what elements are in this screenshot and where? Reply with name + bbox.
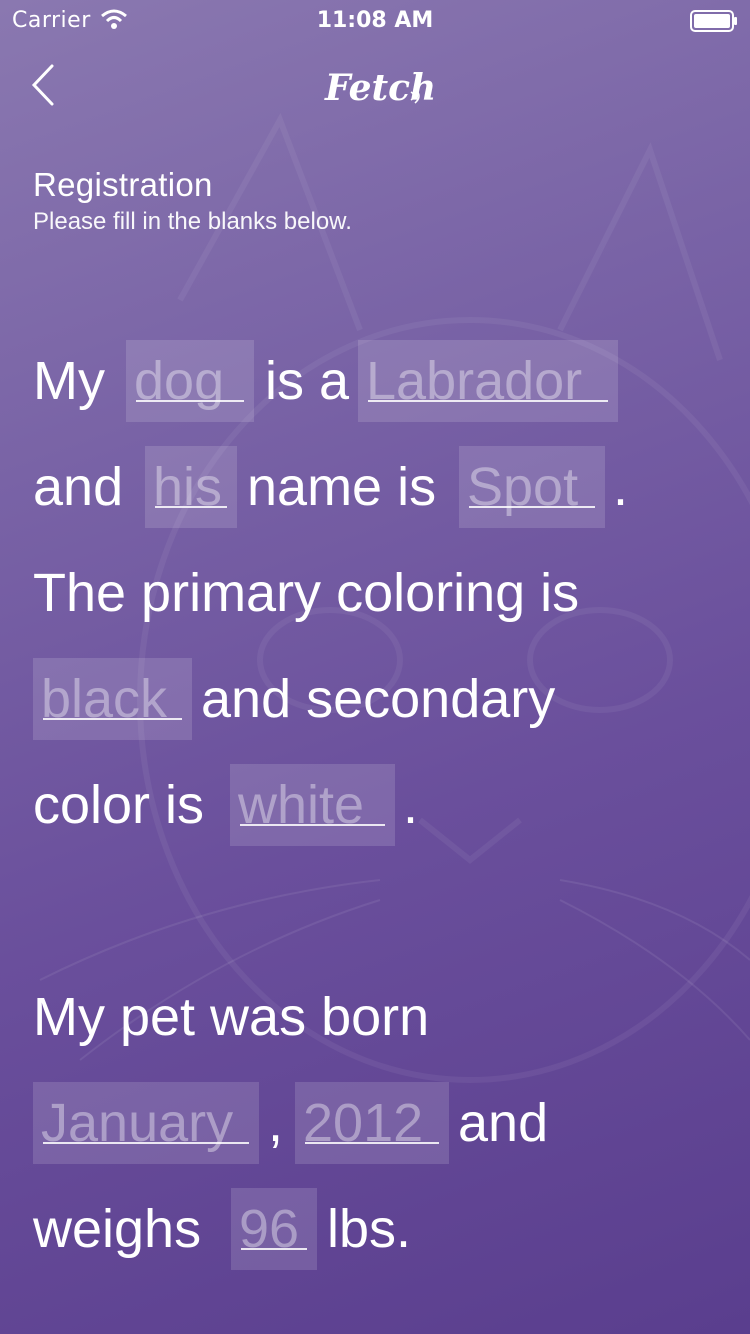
page-subtitle: Please fill in the blanks below.: [33, 208, 352, 235]
sentence-text: .: [613, 457, 629, 517]
field-underline: [136, 400, 244, 402]
sentence-line-2: and his name is Spot .: [33, 446, 733, 528]
pet-type-field[interactable]: dog: [126, 340, 254, 422]
field-underline: [305, 1142, 439, 1144]
sentence-text: ,: [268, 1093, 284, 1153]
navigation-bar: Fetch: [0, 50, 750, 130]
sentence-text: My pet was born: [33, 987, 430, 1047]
svg-text:Fetch: Fetch: [324, 67, 435, 109]
sentence-text: and: [458, 1093, 549, 1153]
sentence-text: The primary coloring is: [33, 563, 580, 623]
sentence-line-1: My dog is a Labrador: [33, 340, 733, 422]
sentence-text: is a: [265, 351, 350, 411]
status-bar: Carrier 11:08 AM: [0, 0, 750, 40]
breed-field[interactable]: Labrador: [358, 340, 618, 422]
sentence-text: and secondary: [201, 669, 556, 729]
secondary-color-field[interactable]: white: [230, 764, 395, 846]
back-button[interactable]: [22, 60, 66, 110]
sentence-text: color is: [33, 775, 205, 835]
fetch-logo: Fetch: [324, 67, 435, 109]
field-underline: [368, 400, 608, 402]
battery-icon: [690, 10, 737, 32]
sentence-line-7: January , 2012 and: [33, 1082, 733, 1164]
sentence-line-3: The primary coloring is: [33, 552, 733, 634]
status-time: 11:08 AM: [316, 8, 434, 33]
field-underline: [43, 718, 182, 720]
weight-field[interactable]: 96: [231, 1188, 317, 1270]
sentence-line-6: My pet was born: [33, 976, 733, 1058]
field-underline: [469, 506, 595, 508]
sentence-line-8: weighs 96 lbs.: [33, 1188, 733, 1270]
field-underline: [43, 1142, 249, 1144]
page-title: Registration: [33, 166, 213, 203]
primary-color-field[interactable]: black: [33, 658, 192, 740]
sentence-line-5: color is white .: [33, 764, 733, 846]
field-underline: [241, 1248, 307, 1250]
pronoun-field[interactable]: his: [145, 446, 237, 528]
field-underline: [155, 506, 227, 508]
sentence-text: lbs.: [327, 1199, 412, 1259]
birth-month-field[interactable]: January: [33, 1082, 259, 1164]
sentence-line-4: black and secondary: [33, 658, 733, 740]
sentence-text: weighs: [33, 1199, 202, 1259]
field-underline: [240, 824, 385, 826]
chevron-left-icon: [31, 64, 54, 106]
sentence-text: name is: [247, 457, 437, 517]
registration-header: Registration Please fill in the blanks b…: [33, 165, 713, 239]
sentence-text: and: [33, 457, 124, 517]
sentence-text: .: [403, 775, 419, 835]
sentence-text: My: [33, 351, 105, 411]
pet-name-field[interactable]: Spot: [459, 446, 605, 528]
birth-year-field[interactable]: 2012: [295, 1082, 449, 1164]
